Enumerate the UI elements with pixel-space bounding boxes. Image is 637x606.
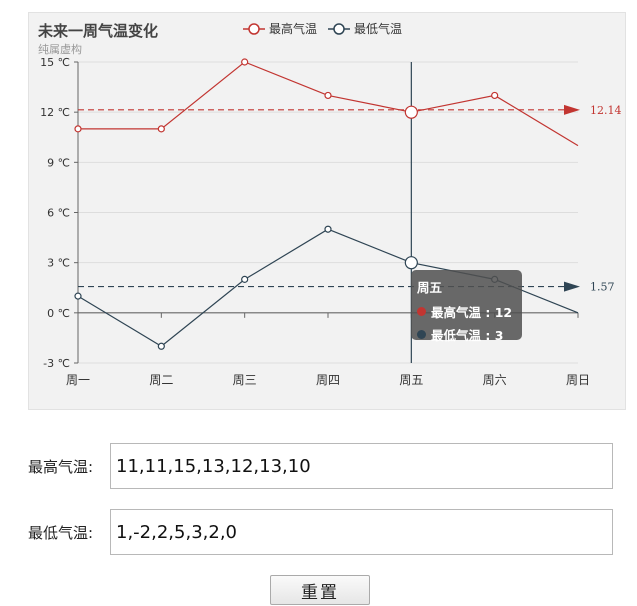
average-arrow <box>564 104 580 115</box>
average-arrow <box>564 281 580 292</box>
x-tick-label: 周五 <box>399 373 423 387</box>
data-point <box>74 292 82 300</box>
chart-tooltip: 周五 最高气温 : 12 最低气温 : 3 <box>411 270 522 343</box>
tooltip-row-low: 最低气温 : 3 <box>417 325 516 344</box>
y-tick-label: 3 ℃ <box>47 257 70 270</box>
data-point <box>324 225 332 233</box>
tooltip-title: 周五 <box>417 280 443 295</box>
y-tick-label: 9 ℃ <box>47 156 70 169</box>
data-point <box>74 125 82 133</box>
chart-title: 未来一周气温变化 <box>38 22 159 40</box>
reset-button[interactable]: 重置 <box>270 575 370 605</box>
x-tick-label: 周一 <box>66 373 90 387</box>
y-tick-label: 12 ℃ <box>40 106 70 119</box>
tooltip-high-text: 最高气温 : 12 <box>431 305 513 320</box>
x-tick-label: 周二 <box>149 373 173 387</box>
data-point <box>241 275 249 283</box>
tooltip-low-dot <box>417 330 426 339</box>
x-tick-label: 周三 <box>233 373 257 387</box>
tooltip-high-dot <box>417 307 426 316</box>
y-tick-label: 6 ℃ <box>47 207 70 220</box>
y-tick-label: 15 ℃ <box>40 56 70 69</box>
legend-marker <box>333 23 345 35</box>
average-label: 12.14 <box>590 104 622 117</box>
x-tick-label: 周四 <box>316 373 340 387</box>
tooltip-low-text: 最低气温 : 3 <box>431 328 504 343</box>
y-tick-label: -3 ℃ <box>43 357 70 370</box>
data-point <box>241 58 249 66</box>
x-tick-label: 周日 <box>566 373 590 387</box>
low-temp-row: 最低气温: <box>28 509 613 555</box>
tooltip-row-high: 最高气温 : 12 <box>417 302 516 321</box>
legend-label: 最高气温 <box>269 21 317 36</box>
data-point <box>324 91 332 100</box>
chart-canvas: -3 ℃0 ℃3 ℃6 ℃9 ℃12 ℃15 ℃周一 周二 周三 周四 周五 周六 周日12… <box>40 21 622 387</box>
y-tick-label: 0 ℃ <box>47 307 70 320</box>
data-point <box>404 256 418 270</box>
low-temp-label: 最低气温: <box>28 523 94 542</box>
data-point <box>157 342 165 350</box>
data-point <box>491 91 499 100</box>
data-point <box>157 125 165 133</box>
high-temp-input[interactable] <box>110 443 613 489</box>
x-tick-label: 周六 <box>483 373 507 387</box>
data-point <box>404 105 418 119</box>
average-label: 1.57 <box>590 281 615 294</box>
high-temp-label: 最高气温: <box>28 457 94 476</box>
legend-marker <box>248 23 260 35</box>
legend-label: 最低气温 <box>354 21 402 36</box>
series-line-high <box>78 61 579 147</box>
high-temp-row: 最高气温: <box>28 443 613 489</box>
low-temp-input[interactable] <box>110 509 613 555</box>
chart-subtitle: 纯属虚构 <box>38 43 82 56</box>
